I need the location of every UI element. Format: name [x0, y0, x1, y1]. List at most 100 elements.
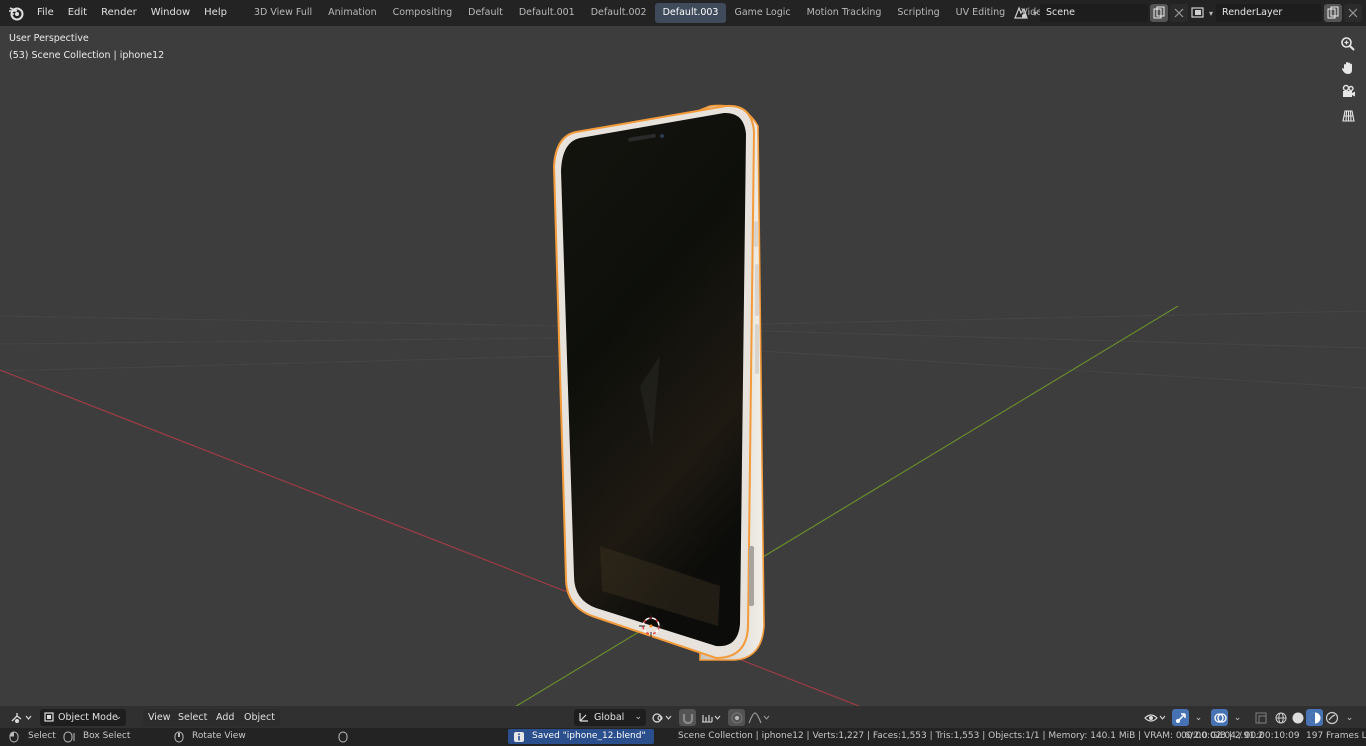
falloff-curve-icon	[748, 711, 770, 723]
tab-uv-editing[interactable]: UV Editing	[948, 3, 1014, 23]
object-mode-dropdown[interactable]: Object Mode ⌄	[40, 709, 126, 726]
top-bar: File Edit Render Window Help 3D View Ful…	[0, 0, 1366, 26]
overlays-toggle[interactable]	[1211, 709, 1228, 726]
eye-icon	[1144, 713, 1166, 722]
menu-object[interactable]: Object	[239, 709, 280, 726]
tab-default-001[interactable]: Default.001	[511, 3, 583, 23]
mouse-drag-icon	[63, 731, 75, 743]
status-select-label: Select	[28, 731, 56, 741]
menu-render[interactable]: Render	[94, 3, 144, 23]
navigation-gizmo	[1338, 35, 1358, 125]
shading-rendered-button[interactable]	[1323, 709, 1340, 726]
workspace-tabs: 3D View Full Animation Compositing Defau…	[246, 3, 1110, 23]
chevron-down-icon: ⌄	[1233, 712, 1242, 723]
chevron-down-icon: ⌄	[1345, 712, 1354, 723]
chevron-down-icon: ⌄	[114, 712, 122, 722]
snap-toggle[interactable]	[679, 709, 696, 726]
gizmo-icon	[1175, 712, 1186, 723]
timecode: 00:00:02:04 / 00:00:10:09	[1181, 731, 1300, 741]
view-layer-name-field[interactable]: RenderLayer	[1216, 4, 1323, 22]
gizmo-toggle[interactable]	[1172, 709, 1189, 726]
frames-left: 197 Frames Le	[1306, 731, 1366, 741]
tab-motion-tracking[interactable]: Motion Tracking	[799, 3, 890, 23]
chevron-down-icon[interactable]: ▾	[1209, 9, 1213, 18]
mouse-right-icon	[338, 731, 348, 743]
chevron-down-icon: ⌄	[634, 712, 642, 722]
shading-material-button[interactable]	[1306, 709, 1323, 726]
falloff-button[interactable]	[746, 709, 772, 726]
duplicate-icon	[1327, 6, 1339, 19]
menu-view[interactable]: View	[143, 709, 176, 726]
object-mode-label: Object Mode	[58, 712, 118, 723]
scene-icon[interactable]	[1012, 5, 1030, 21]
hand-pan-icon[interactable]	[1338, 59, 1358, 77]
solid-sphere-icon	[1292, 712, 1303, 723]
menu-edit[interactable]: Edit	[61, 3, 94, 23]
view-layer-selector: ▾ RenderLayer	[1190, 3, 1363, 23]
tab-game-logic[interactable]: Game Logic	[726, 3, 798, 23]
chevron-down-icon: ⌄	[1194, 712, 1203, 723]
delete-view-layer-button[interactable]	[1344, 4, 1363, 22]
saved-message: Saved "iphone_12.blend"	[532, 731, 646, 741]
render-layer-icon[interactable]	[1190, 5, 1206, 21]
menu-window[interactable]: Window	[144, 3, 197, 23]
collection-label: (53) Scene Collection | iphone12	[9, 50, 165, 61]
tab-animation[interactable]: Animation	[320, 3, 384, 23]
viewport-header: Object Mode ⌄ View Select Add Object Glo…	[0, 706, 1366, 728]
gizmo-dropdown[interactable]: ⌄	[1190, 709, 1207, 726]
menu-add[interactable]: Add	[211, 709, 240, 726]
snap-target-button[interactable]	[699, 709, 723, 726]
editor-type-button[interactable]	[8, 709, 34, 726]
scene-selector: ▾ Scene	[1012, 3, 1189, 23]
info-icon	[514, 731, 524, 742]
overlays-dropdown[interactable]: ⌄	[1229, 709, 1246, 726]
snap-increment-icon	[702, 714, 721, 723]
status-bar: Select Box Select Rotate View Saved "iph…	[0, 728, 1366, 746]
rendered-sphere-icon	[1325, 711, 1338, 724]
orientation-global-icon	[579, 713, 588, 722]
tab-scripting[interactable]: Scripting	[889, 3, 947, 23]
visibility-button[interactable]	[1142, 709, 1168, 726]
scene-statistics: Scene Collection | iphone12 | Verts:1,22…	[678, 731, 1264, 741]
tab-compositing[interactable]: Compositing	[385, 3, 461, 23]
object-mode-icon	[44, 712, 54, 722]
blender-logo-icon[interactable]	[8, 5, 24, 21]
close-icon	[1174, 8, 1184, 18]
camera-view-icon[interactable]	[1338, 83, 1358, 101]
perspective-label: User Perspective	[9, 33, 89, 44]
3d-viewport[interactable]: User Perspective (53) Scene Collection |…	[0, 26, 1366, 706]
saved-notification[interactable]: Saved "iphone_12.blend"	[508, 729, 654, 744]
new-view-layer-button[interactable]	[1324, 4, 1343, 22]
shading-solid-button[interactable]	[1289, 709, 1306, 726]
duplicate-icon	[1153, 6, 1165, 19]
magnet-icon	[682, 713, 693, 724]
xray-toggle[interactable]	[1252, 709, 1269, 726]
tab-3d-view-full[interactable]: 3D View Full	[246, 3, 320, 23]
mouse-middle-icon	[174, 731, 184, 743]
transform-orientation-label: Global	[594, 712, 625, 723]
status-box-select-label: Box Select	[83, 731, 131, 741]
x-axis-line	[0, 369, 861, 706]
proportional-edit-icon	[731, 712, 742, 723]
menu-select[interactable]: Select	[173, 709, 213, 726]
tab-default-003[interactable]: Default.003	[654, 3, 727, 23]
tab-default[interactable]: Default	[460, 3, 511, 23]
grid-ortho-icon[interactable]	[1338, 107, 1358, 125]
proportional-edit-toggle[interactable]	[728, 709, 745, 726]
scene-name-field[interactable]: Scene	[1040, 4, 1149, 22]
tab-default-002[interactable]: Default.002	[583, 3, 655, 23]
menu-file[interactable]: File	[30, 3, 61, 23]
shading-dropdown[interactable]: ⌄	[1341, 709, 1358, 726]
new-scene-button[interactable]	[1150, 4, 1169, 22]
iphone-model[interactable]	[552, 104, 765, 661]
shading-wireframe-button[interactable]	[1272, 709, 1289, 726]
pivot-point-button[interactable]	[650, 709, 674, 726]
zoom-icon[interactable]	[1338, 35, 1358, 53]
delete-scene-button[interactable]	[1170, 4, 1189, 22]
overlays-icon	[1213, 712, 1227, 723]
chevron-down-icon[interactable]: ▾	[1033, 9, 1037, 18]
status-rotate-view-label: Rotate View	[192, 731, 246, 741]
xray-icon	[1254, 711, 1267, 724]
menu-help[interactable]: Help	[197, 3, 234, 23]
transform-orientation-dropdown[interactable]: Global ⌄	[574, 709, 646, 726]
